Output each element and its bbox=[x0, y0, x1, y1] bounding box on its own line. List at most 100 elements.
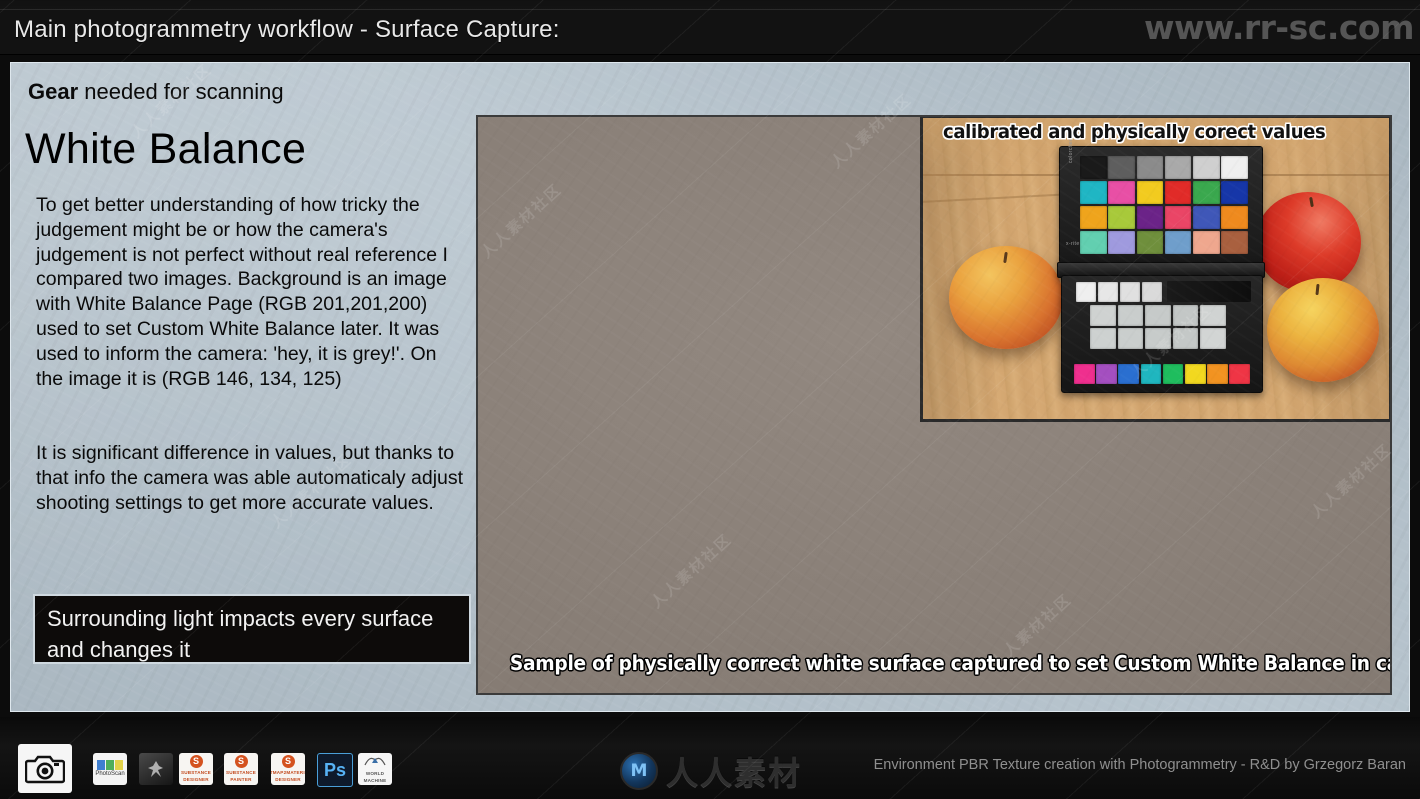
color-patch bbox=[1140, 364, 1162, 384]
title-bar: Main photogrammetry workflow - Surface C… bbox=[0, 0, 1420, 55]
grey-surface-photo: Sample of physically correct white surfa… bbox=[476, 115, 1392, 695]
colorchecker-photo: calibrated and physically corect values … bbox=[920, 117, 1390, 422]
photoshop-icon[interactable]: Ps bbox=[317, 753, 353, 787]
color-patch bbox=[1172, 305, 1199, 327]
photoscan-label: PhotoScan bbox=[95, 771, 125, 777]
color-patch bbox=[1229, 364, 1250, 384]
color-patch bbox=[1090, 305, 1116, 327]
xrite-label: x-rite bbox=[1066, 241, 1080, 247]
color-patch bbox=[1096, 364, 1117, 384]
world-machine-icon[interactable]: WORLD MACHINE bbox=[358, 753, 392, 785]
zbrush-icon[interactable] bbox=[139, 753, 173, 785]
slide-kicker: Gear needed for scanning bbox=[28, 79, 284, 105]
color-patch bbox=[1136, 180, 1164, 205]
world-machine-glyph bbox=[364, 757, 386, 766]
passport-dark-strip bbox=[1167, 281, 1251, 302]
color-patch bbox=[1097, 282, 1119, 302]
inset-caption: calibrated and physically corect values bbox=[943, 121, 1326, 143]
apple-stem-icon bbox=[1315, 283, 1320, 296]
color-patch bbox=[1184, 364, 1206, 384]
body-paragraph-2: It is significant difference in values, … bbox=[36, 442, 464, 514]
rr-logo-text: 人人素材 bbox=[666, 754, 803, 792]
color-patch bbox=[1221, 156, 1248, 180]
substance-designer-label: SUBSTANCE DESIGNER bbox=[180, 770, 212, 782]
color-patch bbox=[1108, 205, 1135, 230]
substance-painter-icon[interactable]: S SUBSTANCE PAINTER bbox=[224, 753, 258, 785]
color-patch bbox=[1164, 180, 1192, 205]
apple-red-right bbox=[1255, 192, 1361, 292]
passport-bottom-panel bbox=[1061, 275, 1263, 393]
color-patch bbox=[1074, 364, 1095, 384]
color-patch bbox=[1076, 282, 1097, 302]
world-machine-label: WORLD MACHINE bbox=[363, 771, 387, 783]
colorchecker-passport: colorchecker x-rite bbox=[1055, 130, 1265, 394]
color-patch bbox=[1136, 230, 1164, 254]
color-patch bbox=[1080, 180, 1107, 205]
callout-box: Surrounding light impacts every surface … bbox=[33, 594, 471, 664]
passport-top-panel: colorchecker x-rite bbox=[1059, 130, 1263, 264]
color-patch bbox=[1164, 230, 1192, 254]
zbrush-glyph bbox=[148, 761, 163, 777]
callout-text: Surrounding light impacts every surface … bbox=[47, 606, 434, 662]
color-patch bbox=[1193, 230, 1220, 254]
color-patch bbox=[1136, 205, 1164, 230]
substance-b2m-icon[interactable]: S BITMAP2MATERIAL DESIGNER bbox=[271, 753, 305, 785]
color-patch bbox=[1221, 180, 1248, 205]
colorchecker-patch-grid bbox=[1080, 156, 1248, 254]
color-patch bbox=[1164, 156, 1192, 180]
whitebalance-grey-grid bbox=[1090, 305, 1226, 349]
color-patch bbox=[1108, 230, 1135, 254]
color-patch bbox=[1221, 230, 1248, 254]
slide-canvas: Gear needed for scanning White Balance T… bbox=[10, 62, 1410, 712]
site-watermark: www.rr-sc.com bbox=[1144, 8, 1415, 47]
color-patch bbox=[1108, 180, 1135, 205]
color-patch bbox=[1221, 205, 1248, 230]
color-patch bbox=[1162, 364, 1184, 384]
color-patch bbox=[1145, 327, 1171, 349]
color-patch bbox=[1090, 327, 1116, 349]
color-patch bbox=[1080, 156, 1107, 180]
slide-kicker-bold: Gear bbox=[28, 79, 79, 104]
color-patch bbox=[1117, 327, 1144, 349]
page-title: Main photogrammetry workflow - Surface C… bbox=[14, 16, 560, 43]
slide-heading: White Balance bbox=[25, 125, 307, 173]
color-patch bbox=[1200, 305, 1226, 327]
rr-logo-mark: M bbox=[620, 752, 658, 790]
color-patch bbox=[1193, 205, 1220, 230]
apple-yellow-right bbox=[1267, 278, 1379, 382]
substance-glyph: S bbox=[234, 755, 248, 768]
color-patch bbox=[1118, 364, 1139, 384]
color-patch bbox=[1145, 305, 1171, 327]
substance-designer-icon[interactable]: S SUBSTANCE DESIGNER bbox=[179, 753, 213, 785]
color-patch bbox=[1141, 282, 1162, 302]
camera-icon[interactable] bbox=[18, 744, 72, 793]
color-patch bbox=[1164, 205, 1192, 230]
slide-kicker-rest: needed for scanning bbox=[78, 79, 284, 104]
color-patch bbox=[1080, 205, 1107, 230]
substance-glyph: S bbox=[189, 755, 203, 768]
color-patch bbox=[1172, 327, 1199, 349]
photo-caption: Sample of physically correct white surfa… bbox=[509, 651, 1392, 675]
substance-painter-label: SUBSTANCE PAINTER bbox=[225, 770, 257, 782]
rr-sc-logo: M 人人素材 bbox=[620, 748, 802, 794]
color-patch bbox=[1117, 305, 1144, 327]
apple-stem-icon bbox=[1002, 251, 1008, 264]
apple-yellow-left bbox=[949, 246, 1063, 349]
substance-b2m-label: BITMAP2MATERIAL DESIGNER bbox=[271, 770, 305, 782]
color-patch bbox=[1193, 180, 1220, 205]
color-patch bbox=[1136, 156, 1164, 180]
body-paragraph-1: To get better understanding of how trick… bbox=[36, 194, 448, 390]
color-patch bbox=[1080, 230, 1107, 254]
color-patch bbox=[1193, 156, 1220, 180]
footer-credit: Environment PBR Texture creation with Ph… bbox=[873, 757, 1406, 773]
photoscan-glyph bbox=[97, 760, 123, 770]
color-patch bbox=[1207, 364, 1228, 384]
color-patch bbox=[1119, 282, 1141, 302]
substance-glyph: S bbox=[281, 755, 295, 768]
color-patch bbox=[1200, 327, 1226, 349]
apple-stem-icon bbox=[1309, 196, 1314, 208]
whitebalance-white-row bbox=[1076, 282, 1162, 302]
color-patch bbox=[1108, 156, 1135, 180]
photoscan-icon[interactable]: PhotoScan bbox=[93, 753, 127, 785]
whitebalance-color-row bbox=[1074, 364, 1250, 384]
